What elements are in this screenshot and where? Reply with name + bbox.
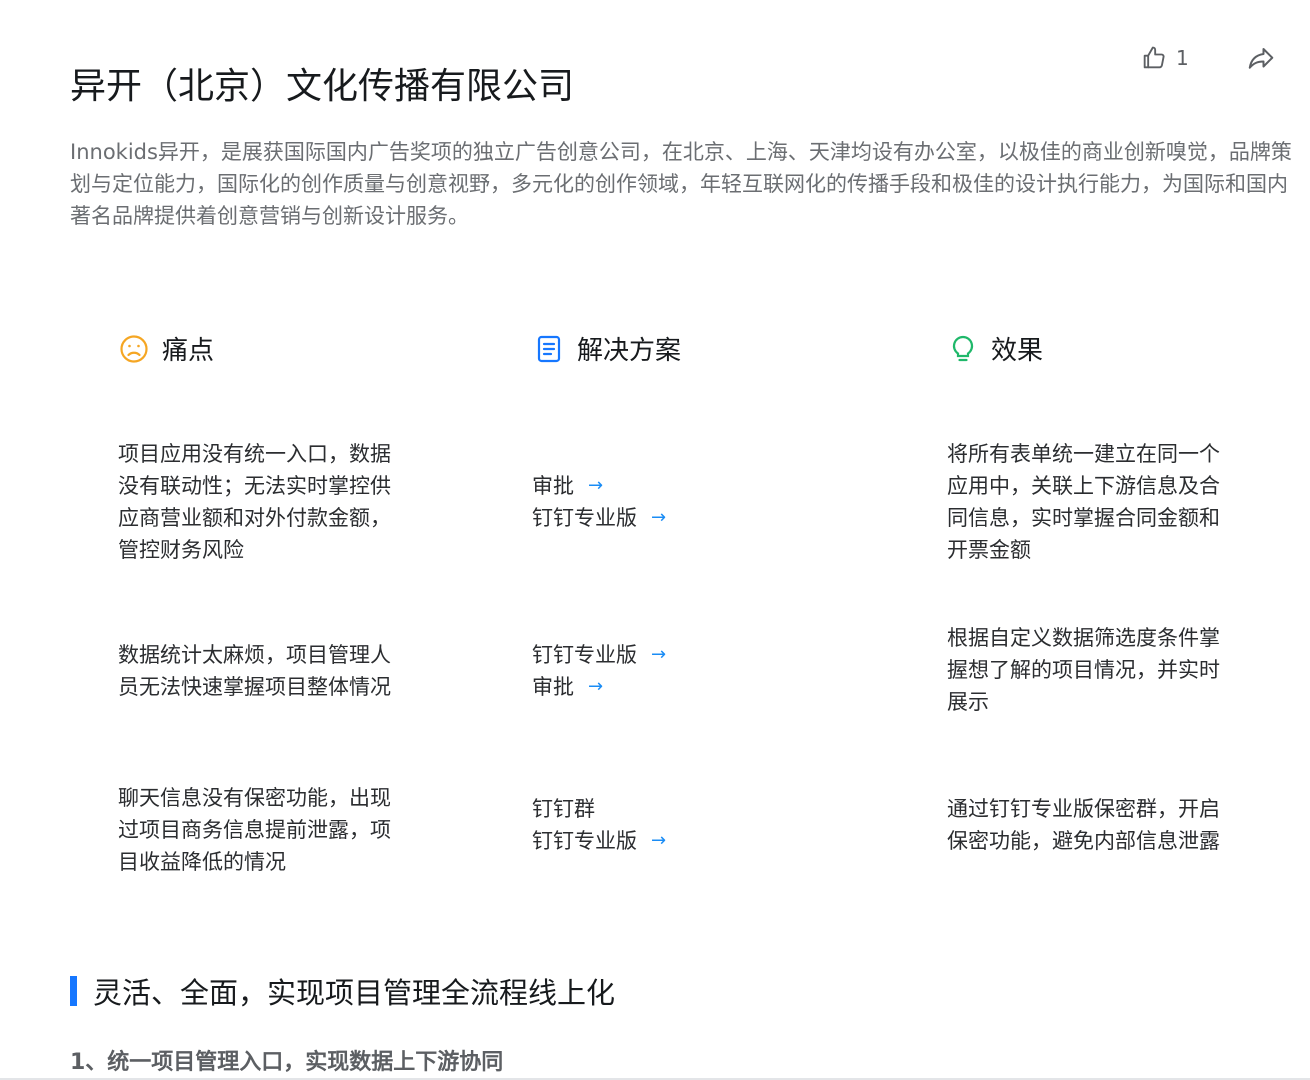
column-label-pain: 痛点: [162, 336, 215, 366]
solution-cell-1: 审批 → 钉钉专业版 →: [532, 470, 732, 534]
column-header-pain: 痛点: [118, 330, 214, 367]
column-header-solution: 解决方案: [533, 330, 681, 367]
share-button[interactable]: [1246, 44, 1276, 78]
solution-link[interactable]: 钉钉专业版 →: [532, 639, 732, 671]
lightbulb-icon: [952, 335, 974, 361]
company-description: Innokids异开，是展获国际国内广告奖项的独立广告创意公司，在北京、上海、天…: [70, 140, 1292, 228]
header-actions: 1: [1140, 44, 1290, 80]
solution-link-label: 钉钉专业版: [532, 829, 637, 853]
column-label-effect: 效果: [991, 336, 1044, 366]
pain-cell-3: 聊天信息没有保密功能，出现过项目商务信息提前泄露，项目收益降低的情况: [118, 786, 391, 874]
column-label-solution: 解决方案: [577, 336, 682, 366]
pain-cell-1: 项目应用没有统一入口，数据没有联动性；无法实时掌控供应商营业额和对外付款金额，管…: [118, 442, 391, 562]
effect-cell-1: 将所有表单统一建立在同一个应用中，关联上下游信息及合同信息，实时掌握合同金额和开…: [947, 442, 1220, 562]
section-subtitle: 1、统一项目管理入口，实现数据上下游协同: [70, 1050, 504, 1075]
solution-cell-3: 钉钉群 钉钉专业版 →: [532, 793, 732, 857]
solution-link-label: 审批: [532, 474, 574, 498]
solution-cell-2: 钉钉专业版 → 审批 →: [532, 639, 732, 703]
solution-link-label: 钉钉专业版: [532, 643, 637, 667]
thumbs-up-icon: [1143, 46, 1165, 69]
sad-face-icon: [120, 334, 148, 363]
solution-text: 钉钉群: [532, 793, 732, 825]
solution-link[interactable]: 钉钉专业版 →: [532, 502, 732, 534]
arrow-right-icon: →: [651, 830, 667, 851]
solution-link-label: 审批: [532, 675, 574, 699]
section-title: 灵活、全面，实现项目管理全流程线上化: [70, 970, 615, 1012]
effect-cell-3: 通过钉钉专业版保密群，开启保密功能，避免内部信息泄露: [947, 797, 1220, 853]
solution-link[interactable]: 审批 →: [532, 470, 732, 502]
like-button[interactable]: 1: [1140, 44, 1189, 72]
solution-link[interactable]: 钉钉专业版 →: [532, 825, 732, 857]
solution-link-label: 钉钉专业版: [532, 506, 637, 530]
arrow-right-icon: →: [651, 644, 667, 665]
solution-link[interactable]: 审批 →: [532, 671, 732, 703]
share-icon: [1248, 48, 1274, 69]
section-accent-bar: [70, 976, 77, 1006]
effect-cell-2: 根据自定义数据筛选度条件掌握想了解的项目情况，并实时展示: [947, 626, 1220, 714]
section-title-text: 灵活、全面，实现项目管理全流程线上化: [93, 976, 616, 1010]
document-icon: [537, 335, 561, 362]
solution-label: 钉钉群: [532, 797, 595, 821]
arrow-right-icon: →: [651, 507, 667, 528]
page-title: 异开（北京）文化传播有限公司: [70, 66, 575, 108]
arrow-right-icon: →: [588, 475, 604, 496]
like-count: 1: [1176, 46, 1189, 70]
arrow-right-icon: →: [588, 676, 604, 697]
pain-cell-2: 数据统计太麻烦，项目管理人员无法快速掌握项目整体情况: [118, 643, 391, 699]
column-header-effect: 效果: [947, 330, 1043, 367]
